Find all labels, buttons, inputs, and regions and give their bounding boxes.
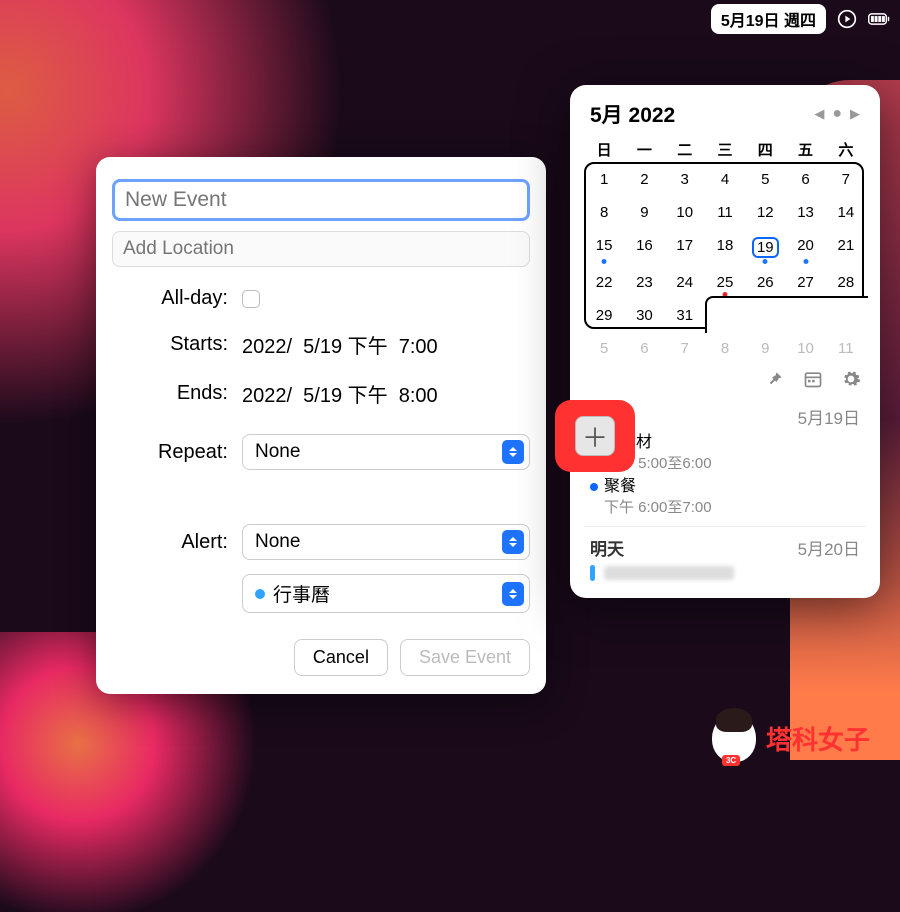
calendar-day[interactable]: 30	[624, 300, 664, 333]
repeat-value: None	[255, 441, 300, 463]
calendar-day[interactable]: 2	[624, 164, 664, 197]
weekday-header: 五	[785, 135, 825, 164]
calendar-value: 行事曆	[273, 580, 330, 607]
calendar-day[interactable]: 14	[826, 197, 866, 230]
weekday-header: 一	[624, 135, 664, 164]
weekday-header: 三	[705, 135, 745, 164]
calendar-day[interactable]: 10	[665, 197, 705, 230]
allday-label: All-day:	[112, 287, 242, 310]
calendar-day[interactable]: 1	[705, 300, 745, 333]
calendar-day[interactable]: 8	[705, 333, 745, 366]
calendar-day[interactable]: 4	[705, 164, 745, 197]
calendar-day[interactable]: 19	[745, 230, 785, 267]
weekday-header: 二	[665, 135, 705, 164]
calendar-dot-icon	[255, 589, 265, 599]
calendar-day[interactable]: 12	[745, 197, 785, 230]
stepper-icon	[502, 530, 524, 554]
calendar-grid: 日一二三四五六123456789101112131415161718192021…	[584, 135, 866, 366]
alert-label: Alert:	[112, 531, 242, 554]
redacted-event	[604, 566, 734, 580]
calendar-day[interactable]: 8	[584, 197, 624, 230]
calendar-day[interactable]: 6	[785, 164, 825, 197]
calendar-day[interactable]: 4	[826, 300, 866, 333]
calendar-day[interactable]: 9	[745, 333, 785, 366]
calendar-day[interactable]: 10	[785, 333, 825, 366]
menubar-date[interactable]: 5月19日 週四	[711, 4, 826, 34]
next-month-button[interactable]: ▶	[850, 106, 860, 122]
menubar: 5月19日 週四	[711, 5, 890, 33]
calendar-day[interactable]: 17	[665, 230, 705, 267]
plus-icon: ＋	[582, 418, 608, 455]
starts-label: Starts:	[112, 333, 242, 356]
ends-value[interactable]: 2022/ 5/19 下午 8:00	[242, 379, 530, 408]
add-event-button[interactable]: ＋	[575, 416, 615, 456]
calendar-day[interactable]: 5	[584, 333, 624, 366]
repeat-select[interactable]: None	[242, 434, 530, 470]
starts-value[interactable]: 2022/ 5/19 下午 7:00	[242, 330, 530, 359]
calendar-day[interactable]: 11	[705, 197, 745, 230]
brand-avatar-icon	[712, 714, 756, 762]
save-event-button[interactable]: Save Event	[400, 639, 530, 676]
today-date: 5月19日	[798, 404, 860, 429]
calendar-day[interactable]: 2	[745, 300, 785, 333]
calendar-day[interactable]: 1	[584, 164, 624, 197]
add-event-highlight: ＋	[555, 400, 635, 472]
calendar-day[interactable]: 28	[826, 267, 866, 300]
event-title-input[interactable]	[112, 179, 530, 221]
prev-month-button[interactable]: ◀	[814, 106, 824, 122]
event-location-input[interactable]	[112, 231, 530, 267]
calendar-day[interactable]: 25	[705, 267, 745, 300]
weekday-header: 四	[745, 135, 785, 164]
event-item[interactable]: 聚餐下午 6:00至7:00	[584, 475, 866, 519]
ends-label: Ends:	[112, 382, 242, 405]
calendar-icon[interactable]	[802, 368, 824, 390]
calendar-day[interactable]: 7	[665, 333, 705, 366]
battery-icon[interactable]	[868, 8, 890, 30]
weekday-header: 六	[826, 135, 866, 164]
calendar-day[interactable]: 21	[826, 230, 866, 267]
gear-icon[interactable]	[840, 368, 862, 390]
calendar-day[interactable]: 31	[665, 300, 705, 333]
alert-value: None	[255, 531, 300, 553]
tomorrow-label: 明天	[590, 535, 624, 560]
calendar-day[interactable]: 24	[665, 267, 705, 300]
weekday-header: 日	[584, 135, 624, 164]
event-item[interactable]	[584, 562, 866, 587]
calendar-day[interactable]: 9	[624, 197, 664, 230]
calendar-day[interactable]: 27	[785, 267, 825, 300]
calendar-day[interactable]: 29	[584, 300, 624, 333]
calendar-day[interactable]: 11	[826, 333, 866, 366]
stepper-icon	[502, 440, 524, 464]
allday-checkbox[interactable]	[242, 290, 260, 308]
calendar-day[interactable]: 3	[665, 164, 705, 197]
calendar-day[interactable]: 15	[584, 230, 624, 267]
calendar-month-title: 5月 2022	[590, 99, 675, 129]
calendar-day[interactable]: 13	[785, 197, 825, 230]
cancel-button[interactable]: Cancel	[294, 639, 388, 676]
calendar-day[interactable]: 26	[745, 267, 785, 300]
pin-icon[interactable]	[764, 368, 786, 390]
tomorrow-date: 5月20日	[798, 535, 860, 560]
repeat-label: Repeat:	[112, 441, 242, 464]
alert-select[interactable]: None	[242, 524, 530, 560]
calendar-day[interactable]: 18	[705, 230, 745, 267]
brand-watermark: 塔科女子	[712, 714, 870, 762]
calendar-day[interactable]: 23	[624, 267, 664, 300]
calendar-select[interactable]: 行事曆	[242, 574, 530, 613]
brand-text: 塔科女子	[766, 720, 870, 757]
calendar-day[interactable]: 5	[745, 164, 785, 197]
calendar-day[interactable]: 22	[584, 267, 624, 300]
calendar-day[interactable]: 6	[624, 333, 664, 366]
today-dot-button[interactable]: ●	[832, 105, 842, 123]
stepper-icon	[502, 582, 524, 606]
calendar-day[interactable]: 16	[624, 230, 664, 267]
new-event-dialog: All-day: Starts: 2022/ 5/19 下午 7:00 Ends…	[96, 157, 546, 694]
play-icon[interactable]	[836, 8, 858, 30]
calendar-day[interactable]: 3	[785, 300, 825, 333]
calendar-day[interactable]: 20	[785, 230, 825, 267]
calendar-popover: 5月 2022 ◀ ● ▶ 日一二三四五六1234567891011121314…	[570, 85, 880, 598]
calendar-day[interactable]: 7	[826, 164, 866, 197]
